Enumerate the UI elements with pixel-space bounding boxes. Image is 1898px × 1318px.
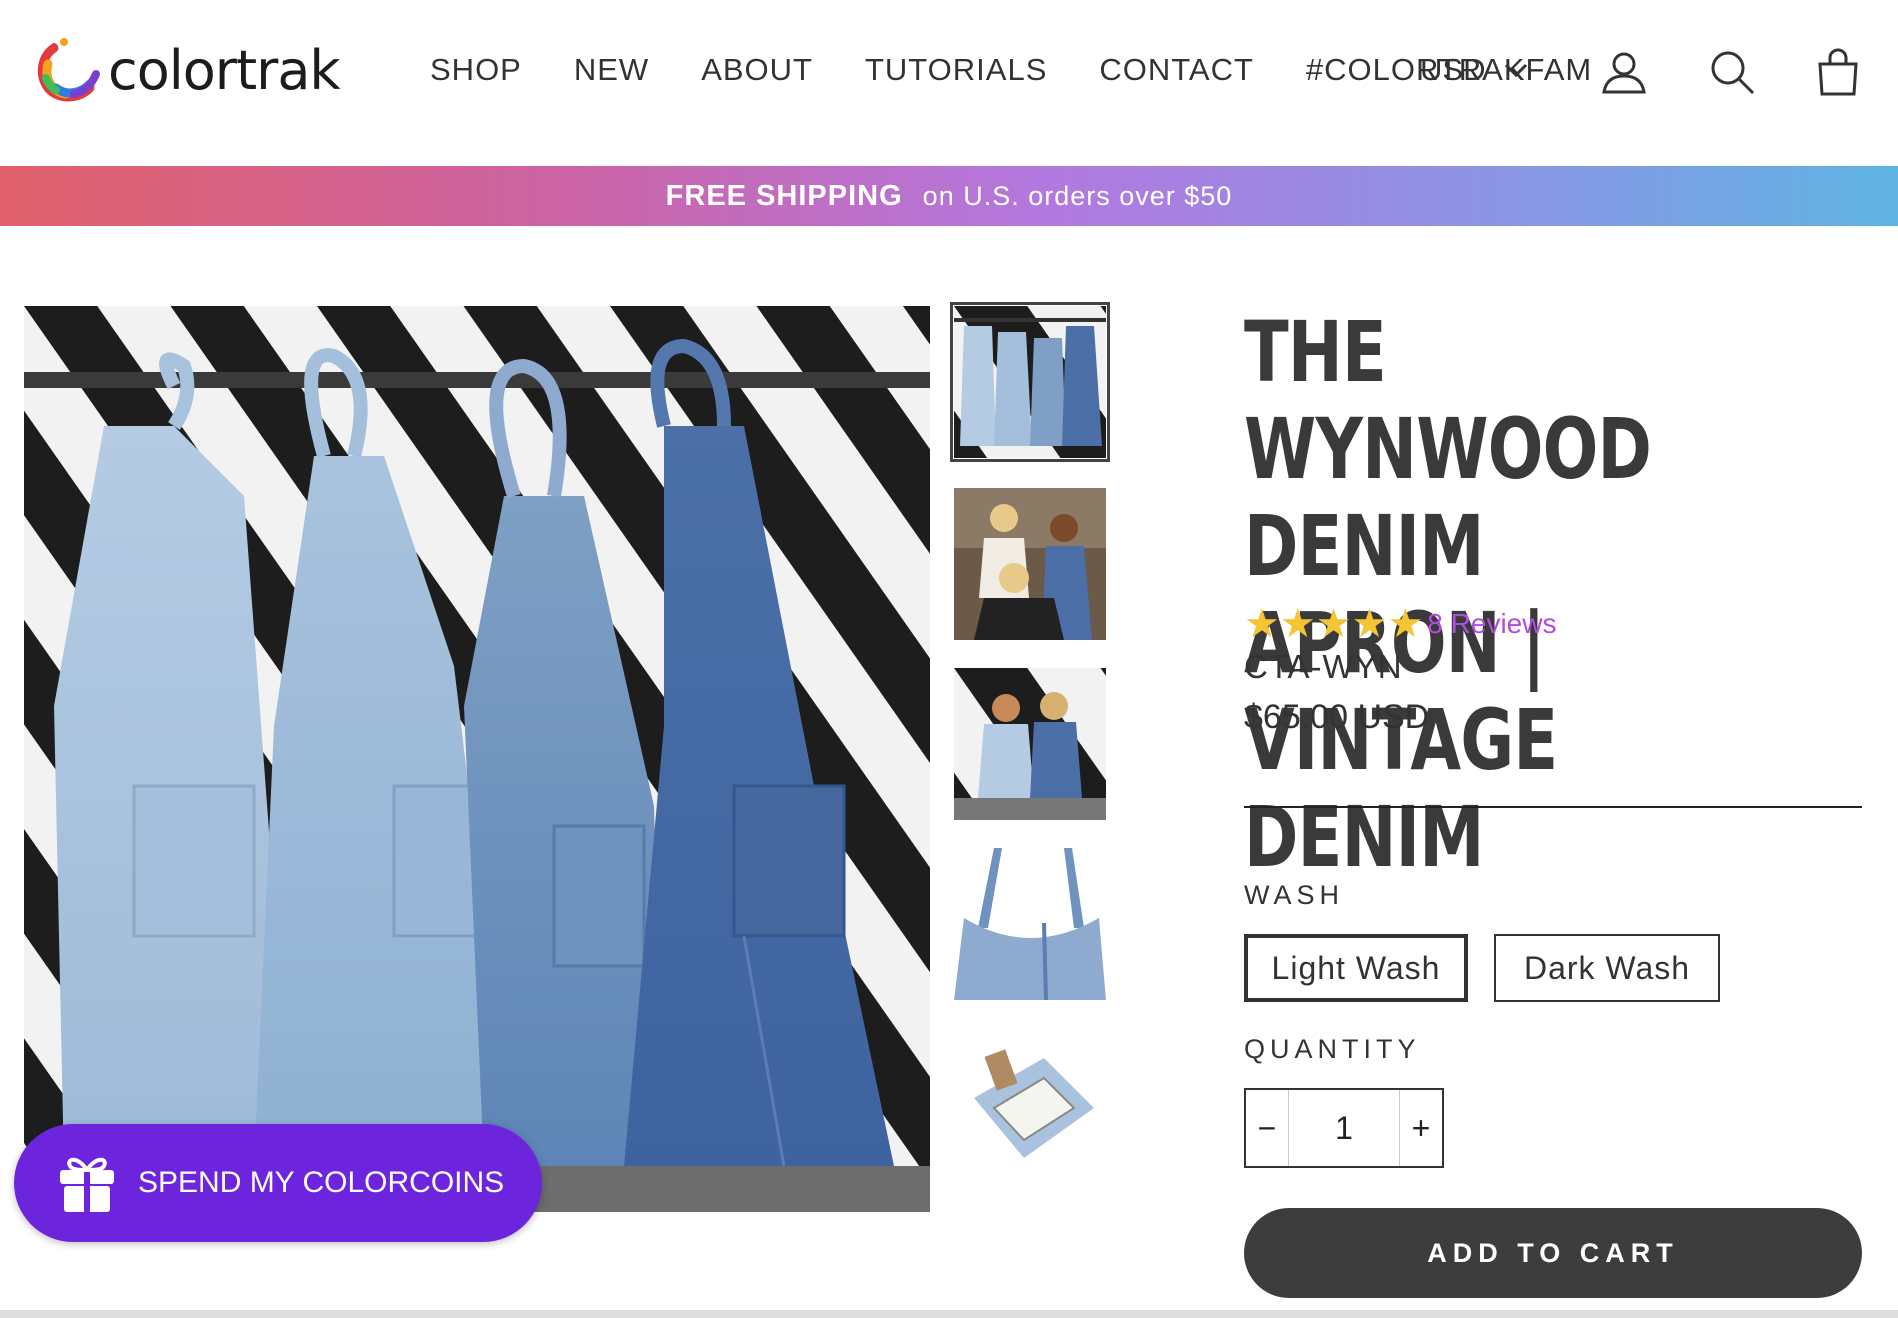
quantity-increase-button[interactable]: + bbox=[1400, 1090, 1442, 1166]
thumbnail-image bbox=[954, 306, 1106, 458]
thumbnail-2[interactable] bbox=[954, 488, 1106, 640]
thumbnail-3[interactable] bbox=[954, 668, 1106, 820]
nav-item-contact[interactable]: CONTACT bbox=[1099, 52, 1254, 88]
nav-item-shop[interactable]: SHOP bbox=[430, 52, 522, 88]
page-bottom-edge bbox=[0, 1310, 1898, 1318]
star-icon: ★ bbox=[1315, 602, 1352, 646]
product-title: THE WYNWOOD DENIM APRON | VINTAGE DENIM bbox=[1244, 303, 1652, 886]
star-icon: ★ bbox=[1351, 602, 1388, 646]
logo-swirl-icon bbox=[37, 38, 100, 102]
thumbnail-image bbox=[954, 668, 1106, 820]
product-sku: CTA-WYN bbox=[1244, 648, 1403, 685]
thumbnail-1[interactable] bbox=[950, 302, 1110, 462]
star-icon: ★ bbox=[1387, 602, 1424, 646]
account-icon[interactable] bbox=[1600, 48, 1648, 96]
thumbnail-4[interactable] bbox=[954, 848, 1106, 1000]
thumbnail-image bbox=[954, 848, 1106, 1000]
free-shipping-banner: FREE SHIPPING on U.S. orders over $50 bbox=[0, 166, 1898, 226]
star-icon: ★ bbox=[1279, 602, 1316, 646]
currency-selector[interactable]: USD bbox=[1420, 52, 1529, 88]
nav-item-tutorials[interactable]: TUTORIALS bbox=[865, 52, 1047, 88]
thumbnail-5[interactable] bbox=[954, 1028, 1106, 1180]
product-price: $65.00 USD bbox=[1244, 698, 1430, 736]
currency-label: USD bbox=[1420, 52, 1486, 87]
quantity-stepper: − 1 + bbox=[1244, 1088, 1444, 1168]
nav-item-new[interactable]: NEW bbox=[574, 52, 649, 88]
thumbnail-image bbox=[954, 488, 1106, 640]
colorcoins-rewards-button[interactable]: SPEND MY COLORCOINS bbox=[14, 1124, 542, 1242]
chevron-down-icon bbox=[1505, 63, 1528, 78]
wash-label: WASH bbox=[1244, 880, 1344, 910]
wash-option-dark[interactable]: Dark Wash bbox=[1494, 934, 1720, 1002]
banner-text: on U.S. orders over $50 bbox=[922, 180, 1233, 211]
product-photo bbox=[24, 306, 930, 1212]
main-product-image[interactable] bbox=[24, 306, 930, 1212]
reviews-link[interactable]: 8 Reviews bbox=[1427, 608, 1556, 640]
colorcoins-label: SPEND MY COLORCOINS bbox=[138, 1166, 505, 1199]
search-icon[interactable] bbox=[1708, 48, 1756, 96]
star-icon: ★ bbox=[1244, 602, 1280, 646]
cart-icon[interactable] bbox=[1814, 48, 1862, 96]
nav-item-about[interactable]: ABOUT bbox=[701, 52, 813, 88]
logo[interactable]: colortrak bbox=[34, 34, 341, 106]
quantity-decrease-button[interactable]: − bbox=[1246, 1090, 1288, 1166]
site-header: colortrak SHOP NEW ABOUT TUTORIALS CONTA… bbox=[0, 0, 1898, 166]
thumbnail-image bbox=[954, 1028, 1106, 1180]
add-to-cart-button[interactable]: ADD TO CART bbox=[1244, 1208, 1862, 1298]
wash-option-light[interactable]: Light Wash bbox=[1244, 934, 1468, 1002]
banner-headline: FREE SHIPPING bbox=[665, 179, 903, 212]
divider bbox=[1244, 806, 1862, 808]
star-rating[interactable]: ★ ★ ★ ★ ★ 8 Reviews bbox=[1244, 604, 1556, 644]
gift-icon bbox=[60, 1157, 114, 1212]
logo-text: colortrak bbox=[108, 38, 341, 102]
quantity-input[interactable]: 1 bbox=[1288, 1090, 1400, 1166]
quantity-label: QUANTITY bbox=[1244, 1034, 1421, 1064]
